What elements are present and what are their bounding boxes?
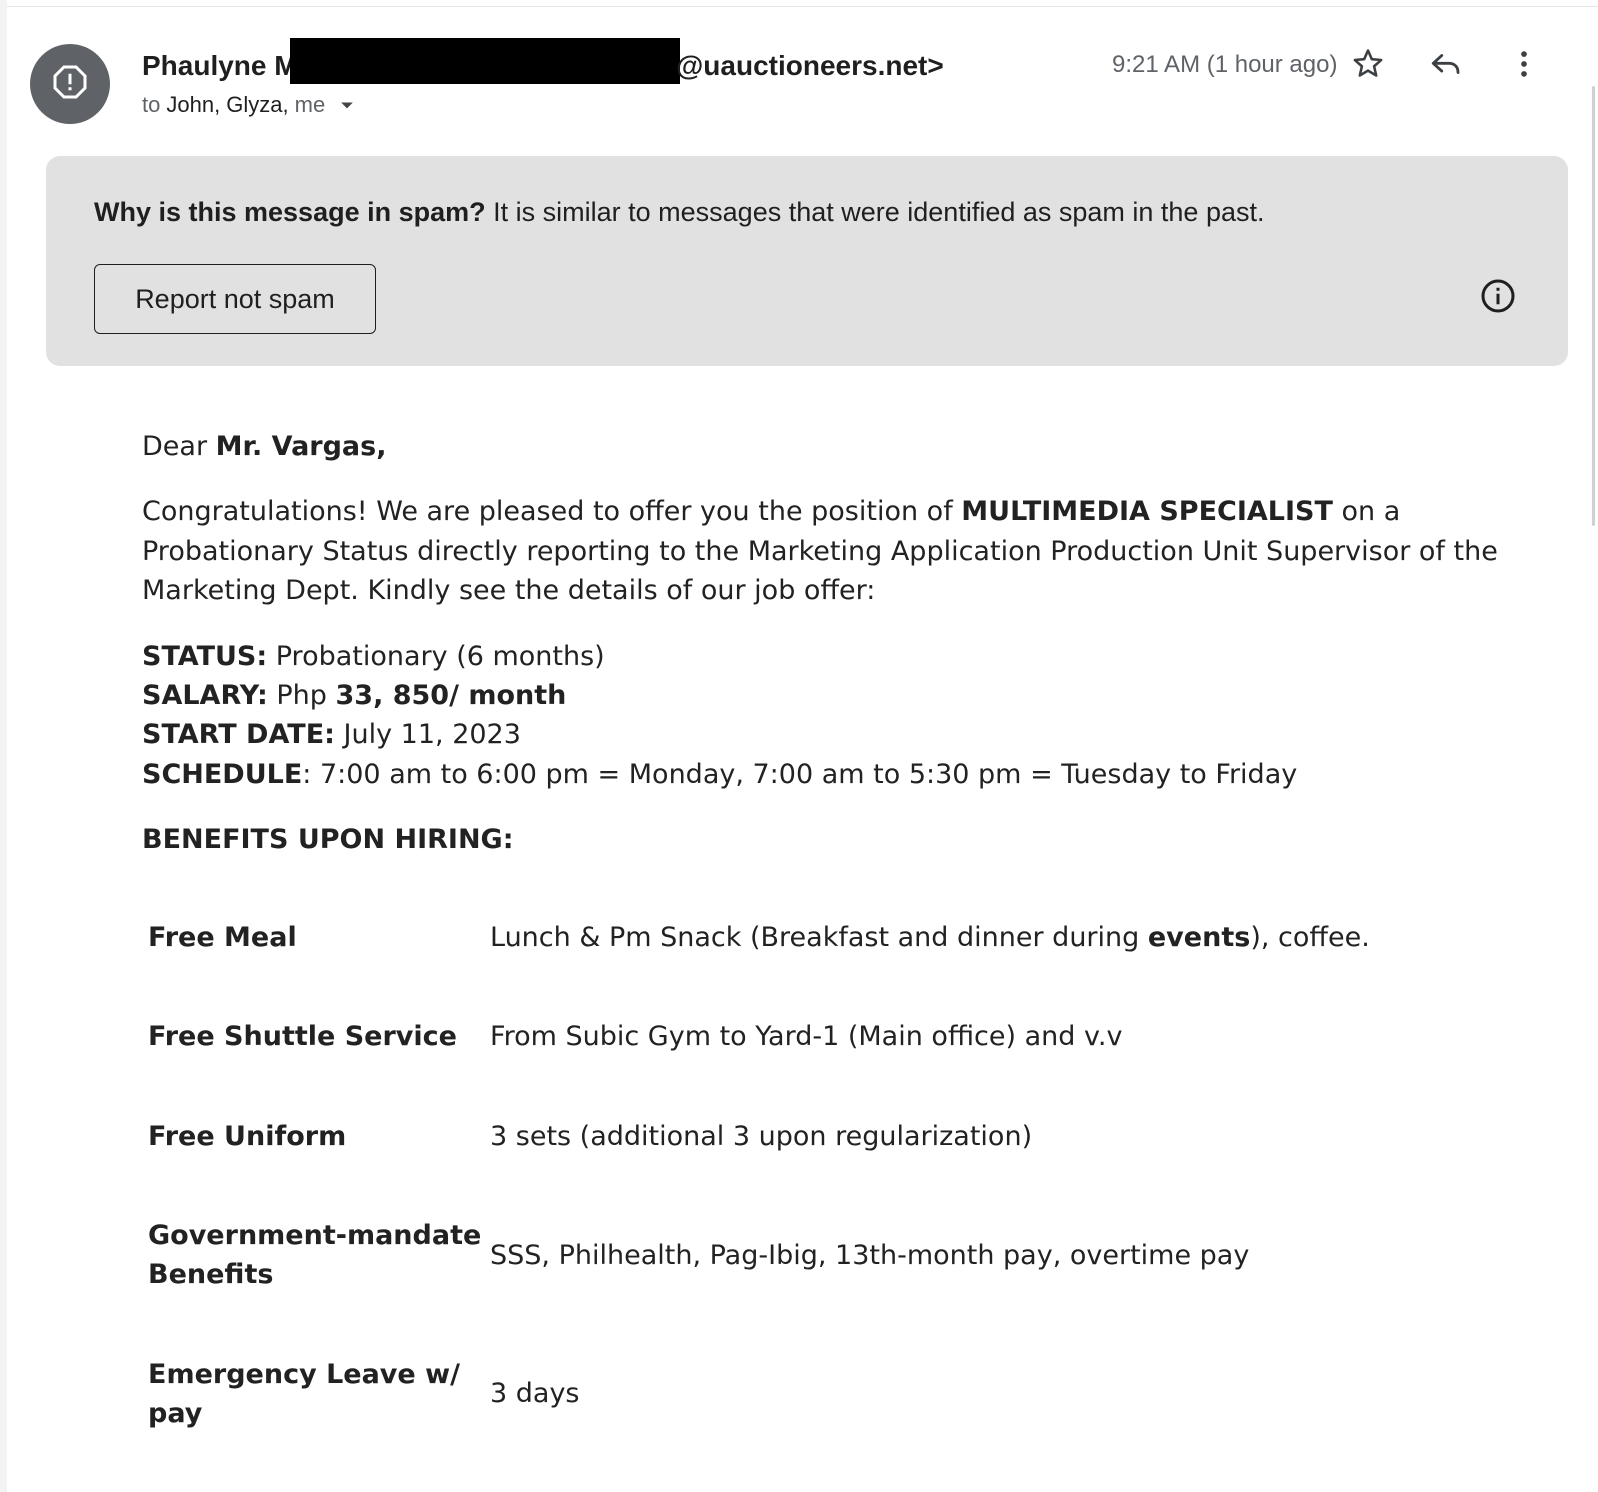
schedule-line: SCHEDULE: 7:00 am to 6:00 pm = Monday, 7…	[142, 755, 1297, 795]
start-date-value: July 11, 2023	[343, 719, 521, 750]
salary-value: 33, 850/ month	[335, 680, 567, 711]
spam-question: Why is this message in spam?	[94, 197, 486, 227]
greeting-prefix: Dear	[142, 431, 208, 462]
spam-explanation: Why is this message in spam? It is simil…	[94, 194, 1265, 230]
message-time: 9:21 AM (1 hour ago)	[1112, 51, 1338, 78]
star-icon	[1351, 47, 1385, 86]
benefit-label: Free Uniform	[148, 1121, 347, 1152]
spam-reason: It is similar to messages that were iden…	[493, 197, 1265, 227]
reply-button[interactable]	[1424, 44, 1468, 88]
status-line: STATUS: Probationary (6 months)	[142, 637, 605, 677]
schedule-value: : 7:00 am to 6:00 pm = Monday, 7:00 am t…	[302, 759, 1298, 790]
benefit-label: Free Meal	[148, 922, 297, 953]
benefit-label-line-2: Benefits	[148, 1259, 274, 1290]
redaction-bar	[290, 38, 680, 84]
scrollbar-thumb[interactable]	[1592, 86, 1595, 526]
more-options-button[interactable]	[1502, 44, 1546, 88]
salary-prefix: Php	[276, 680, 327, 711]
salary-line: SALARY: Php 33, 850/ month	[142, 676, 566, 716]
scrollbar[interactable]	[1588, 86, 1598, 1492]
report-not-spam-button[interactable]: Report not spam	[94, 264, 376, 334]
chevron-down-icon[interactable]	[337, 95, 357, 115]
spam-banner: Why is this message in spam? It is simil…	[46, 156, 1568, 366]
spam-info-button[interactable]	[1476, 276, 1520, 320]
salary-label: SALARY:	[142, 680, 268, 711]
benefits-heading: BENEFITS UPON HIRING:	[142, 820, 514, 860]
recipient-me: me	[294, 92, 326, 117]
star-button[interactable]	[1346, 44, 1390, 88]
greeting: Dear Mr. Vargas,	[142, 427, 386, 467]
recipient-names: John, Glyza,	[166, 92, 289, 117]
info-icon	[1480, 278, 1516, 319]
greeting-name: Mr. Vargas,	[215, 431, 387, 462]
position-title: MULTIMEDIA SPECIALIST	[961, 496, 1333, 527]
benefit-value: 3 days	[490, 1378, 580, 1409]
status-label: STATUS:	[142, 641, 268, 672]
intro-text-c: on a	[1341, 496, 1401, 527]
recipients-line: to John, Glyza, me	[142, 90, 357, 120]
intro-line-1: Congratulations! We are pleased to offer…	[142, 492, 1400, 532]
benefits-heading-text: BENEFITS UPON HIRING:	[142, 824, 514, 855]
schedule-label: SCHEDULE	[142, 759, 303, 790]
top-border	[0, 0, 1598, 7]
intro-line-2: Probationary Status directly reporting t…	[142, 536, 1498, 567]
status-value: Probationary (6 months)	[275, 641, 605, 672]
sender-name[interactable]: Phaulyne M	[142, 46, 298, 86]
benefit-value-a: Lunch & Pm Snack (Breakfast and dinner d…	[490, 922, 1140, 953]
benefit-value: From Subic Gym to Yard-1 (Main office) a…	[490, 1021, 1123, 1052]
benefit-value-c: ), coffee.	[1250, 922, 1370, 953]
reply-icon	[1429, 47, 1463, 86]
intro-text-a: Congratulations! We are pleased to offer…	[142, 496, 953, 527]
spam-warning-icon	[52, 64, 88, 105]
benefit-value: Lunch & Pm Snack (Breakfast and dinner d…	[490, 918, 1370, 958]
benefit-label-line-1: Government-mandate	[148, 1220, 482, 1251]
to-prefix: to	[142, 92, 161, 117]
benefit-value-b: events	[1147, 922, 1251, 953]
start-date-label: START DATE:	[142, 719, 335, 750]
benefit-value: 3 sets (additional 3 upon regularization…	[490, 1121, 1033, 1152]
left-edge	[0, 0, 7, 1492]
benefit-label-line-1: Emergency Leave w/	[148, 1359, 460, 1390]
intro-line-3: Marketing Dept. Kindly see the details o…	[142, 575, 876, 606]
benefit-value: SSS, Philhealth, Pag-Ibig, 13th-month pa…	[490, 1240, 1250, 1271]
start-date-line: START DATE: July 11, 2023	[142, 715, 521, 755]
sender-email[interactable]: @uauctioneers.net>	[676, 46, 944, 86]
more-vert-icon	[1507, 47, 1541, 86]
benefit-label-line-2: pay	[148, 1398, 203, 1429]
sender-avatar[interactable]	[30, 44, 110, 124]
benefit-label: Free Shuttle Service	[148, 1021, 457, 1052]
